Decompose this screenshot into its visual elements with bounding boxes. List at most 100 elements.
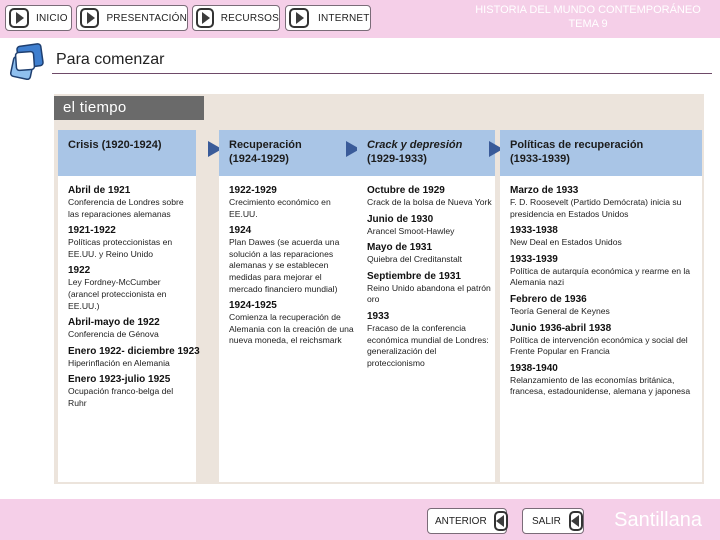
event-description: Conferencia de Londres sobre las reparac… (68, 197, 184, 219)
bottom-bar (0, 499, 720, 540)
internet-label: INTERNET (318, 12, 370, 24)
section-title: Para comenzar (56, 51, 165, 68)
salir-button[interactable]: SALIR (522, 508, 584, 534)
timeline-column: Crack y depresión (1929-1933) Octubre de… (357, 130, 495, 482)
play-icon (80, 8, 100, 28)
event-date: Octubre de 1929 (367, 185, 445, 196)
column-header: Crack y depresión (1929-1933) (357, 130, 495, 176)
event-description: Quiebra del Creditanstalt (367, 254, 463, 265)
event-date: Febrero de 1936 (510, 293, 587, 305)
brand-logo: Santillana (614, 509, 702, 531)
timeline-column: Políticas de recuperación (1933-1939) Ma… (500, 130, 702, 482)
event-date: 1922 (68, 265, 91, 277)
timeline-event: 1924-1925 Comienza la recuperación de Ale… (229, 299, 355, 347)
event-date: Mayo de 1931 (367, 242, 433, 254)
event-description: Conferencia de Génova (68, 329, 159, 340)
column-header-line2: (1924-1929) (229, 153, 289, 165)
event-description: Fracaso de la conferencia económica mund… (367, 322, 489, 368)
salir-label: SALIR (532, 515, 561, 527)
anterior-label: ANTERIOR (435, 515, 487, 527)
event-description: Reino Unido abandona el patrón oro (367, 282, 491, 305)
timeline-event: 1924 Plan Dawes (se acuerda una solución … (229, 224, 355, 295)
internet-button[interactable]: INTERNET (285, 5, 371, 31)
recursos-label: RECURSOS (220, 12, 279, 24)
event-description: Teoría General de Keynes (510, 305, 610, 316)
event-date: Abril de 1921 (68, 185, 131, 196)
event-date: Junio de 1930 (367, 213, 434, 225)
timeline-event: 1933-1939 Política de autarquía económica… (510, 253, 700, 289)
timeline-event: Enero 1922- diciembre 1923 Hiperinflación… (68, 345, 200, 370)
column-header-line1: Crack y depresión (367, 139, 463, 151)
event-date: 1922-1929 (229, 185, 277, 196)
event-description: Política de autarquía económica y rearme… (510, 265, 691, 288)
anterior-button[interactable]: ANTERIOR (427, 508, 508, 534)
inicio-label: INICIO (36, 12, 68, 24)
event-description: Política de intervención económica y soc… (510, 334, 688, 357)
course-title: HISTORIA DEL MUNDO CONTEMPORÁNEO TEMA 9 (456, 3, 720, 31)
column-header-line1: Políticas de recuperación (510, 139, 644, 151)
timeline-event: Abril de 1921 Conferencia de Londres sobr… (68, 184, 194, 220)
timeline-event: Mayo de 1931 Quiebra del Creditanstalt (367, 241, 493, 266)
event-date: Marzo de 1933 (510, 185, 579, 196)
event-date: Abril-mayo de 1922 (68, 317, 160, 329)
event-description: Políticas proteccionistas en EE.UU. y Re… (68, 237, 173, 259)
event-date: Enero 1923-julio 1925 (68, 374, 171, 386)
presentacion-button[interactable]: PRESENTACIÓN (76, 5, 188, 31)
column-header: Políticas de recuperación (1933-1939) (500, 130, 702, 176)
event-date: Septiembre de 1931 (367, 270, 461, 282)
event-description: Relanzamiento de las economías británica… (510, 374, 691, 397)
timeline-event: 1922 Ley Fordney-McCumber (arancel protec… (68, 264, 194, 312)
event-date: 1921-1922 (68, 225, 116, 237)
event-description: Comienza la recuperación de Alemania con… (229, 312, 354, 346)
timeline-event: 1921-1922 Políticas proteccionistas en EE… (68, 224, 194, 260)
column-header-line2: (1933-1939) (510, 153, 570, 165)
play-icon (289, 8, 309, 28)
column-events: Abril de 1921 Conferencia de Londres sobr… (68, 184, 200, 414)
column-events: Octubre de 1929 Crack de la bolsa de Nuev… (367, 184, 493, 373)
timeline-event: Junio 1936-abril 1938 Política de interve… (510, 322, 700, 358)
panel-tab: el tiempo (54, 96, 204, 120)
event-description: Hiperinflación en Alemania (68, 357, 170, 368)
back-play-icon (493, 511, 508, 531)
event-date: 1933 (367, 310, 390, 322)
event-description: New Deal en Estados Unidos (510, 237, 622, 248)
presentacion-label: PRESENTACIÓN (106, 12, 187, 24)
section-icon (9, 43, 44, 81)
timeline-event: Febrero de 1936 Teoría General de Keynes (510, 293, 700, 318)
event-description: Ocupación franco-belga del Ruhr (68, 386, 174, 408)
timeline-event: 1933-1938 New Deal en Estados Unidos (510, 224, 700, 249)
event-date: 1938-1940 (510, 362, 558, 374)
event-date: 1933-1938 (510, 225, 558, 237)
course-title-line2: TEMA 9 (568, 18, 608, 30)
column-header: Recuperación (1924-1929) (219, 130, 357, 176)
timeline-event: Septiembre de 1931 Reino Unido abandona e… (367, 270, 493, 306)
column-header-line1: Crisis (1920-1924) (68, 139, 162, 151)
event-description: F. D. Roosevelt (Partido Demócrata) inic… (510, 197, 682, 219)
timeline-event: 1922-1929 Crecimiento económico en EE.UU. (229, 184, 355, 220)
timeline-event: Enero 1923-julio 1925 Ocupación franco-be… (68, 373, 194, 409)
timeline-event: Abril-mayo de 1922 Conferencia de Génova (68, 316, 194, 341)
play-icon (196, 8, 214, 28)
play-icon (9, 8, 29, 28)
timeline-event: Octubre de 1929 Crack de la bolsa de Nuev… (367, 184, 493, 209)
timeline-event: 1938-1940 Relanzamiento de las economías … (510, 362, 700, 398)
event-description: Plan Dawes (se acuerda una solución a la… (229, 237, 340, 294)
column-header: Crisis (1920-1924) (58, 130, 196, 176)
recursos-button[interactable]: RECURSOS (192, 5, 280, 31)
timeline-event: 1933 Fracaso de la conferencia económica … (367, 310, 493, 369)
back-play-icon (568, 511, 583, 531)
inicio-button[interactable]: INICIO (5, 5, 72, 31)
timeline-column: Crisis (1920-1924) Abril de 1921 Conferen… (58, 130, 200, 482)
timeline-column: Recuperación (1924-1929) 1922-1929 Crecim… (219, 130, 357, 482)
column-events: 1922-1929 Crecimiento económico en EE.UU.… (229, 184, 355, 351)
event-description: Crack de la bolsa de Nueva York (367, 197, 492, 207)
event-description: Arancel Smoot-Hawley (367, 225, 455, 236)
event-date: 1924 (229, 225, 252, 237)
timeline-event: Marzo de 1933 F. D. Roosevelt (Partido De… (510, 184, 700, 220)
event-date: 1933-1939 (510, 253, 558, 265)
column-events: Marzo de 1933 F. D. Roosevelt (Partido De… (510, 184, 700, 402)
timeline-event: Junio de 1930 Arancel Smoot-Hawley (367, 213, 493, 238)
course-title-line1: HISTORIA DEL MUNDO CONTEMPORÁNEO (475, 4, 701, 16)
event-description: Ley Fordney-McCumber (arancel proteccion… (68, 277, 167, 311)
section-divider (52, 73, 712, 74)
